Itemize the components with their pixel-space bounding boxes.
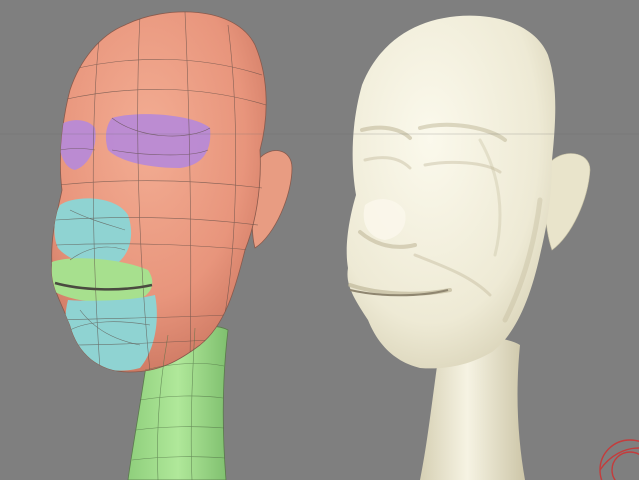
rotate-gizmo-icon[interactable] (599, 439, 639, 480)
smooth-shaded-head-model[interactable] (346, 15, 591, 480)
clay-head (346, 15, 556, 369)
3d-viewport[interactable] (0, 0, 639, 480)
chin-region (65, 295, 157, 371)
wireframe-head-model[interactable] (49, 11, 293, 480)
